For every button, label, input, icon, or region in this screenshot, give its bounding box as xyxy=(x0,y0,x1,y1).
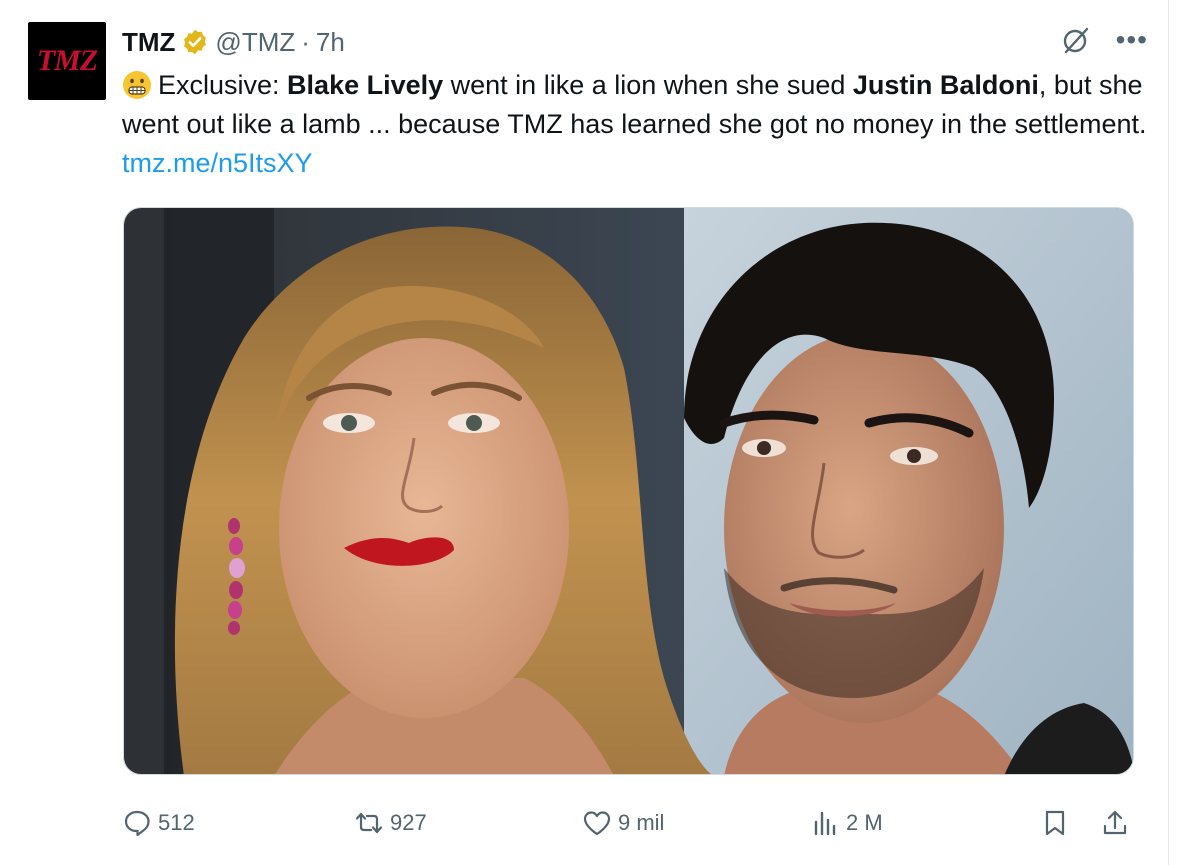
reply-icon xyxy=(124,810,150,837)
bookmark-icon xyxy=(1045,810,1065,836)
header-separator: · xyxy=(301,26,310,57)
grok-icon[interactable] xyxy=(1060,24,1092,56)
timeline-border xyxy=(1168,0,1169,865)
views-button[interactable]: 2 M xyxy=(810,800,883,846)
like-button[interactable]: 9 mil xyxy=(582,800,664,846)
repost-count: 927 xyxy=(390,810,427,835)
tweet-text-part: went in like a lion when she sued xyxy=(443,70,853,100)
grimacing-emoji xyxy=(123,71,151,99)
tweet-link[interactable]: tmz.me/n5ItsXY xyxy=(122,148,313,178)
author-name[interactable]: TMZ xyxy=(122,27,175,58)
tweet-text: Exclusive: Blake Lively went in like a l… xyxy=(122,66,1152,183)
share-button[interactable] xyxy=(1100,800,1130,846)
tweet-text-bold: Justin Baldoni xyxy=(852,70,1039,100)
avatar-logo-text: TMZ xyxy=(36,44,98,77)
verified-badge-icon xyxy=(184,29,207,55)
share-icon xyxy=(1103,810,1127,835)
author-handle[interactable]: @TMZ xyxy=(215,27,295,58)
like-count: 9 mil xyxy=(618,810,665,835)
repost-icon xyxy=(355,812,383,834)
views-count: 2 M xyxy=(846,810,883,835)
tweet-card[interactable]: TMZ TMZ @TMZ · 7h ••• Exclusive: Blake L… xyxy=(0,0,1170,865)
tweet-text-bold: Blake Lively xyxy=(287,70,444,100)
reply-button[interactable]: 512 xyxy=(122,800,195,846)
repost-button[interactable]: 927 xyxy=(354,800,427,846)
tweet-actions: 512 927 9 mil 2 M xyxy=(122,800,1142,846)
avatar[interactable]: TMZ xyxy=(28,22,106,100)
tweet-header: TMZ @TMZ · 7h xyxy=(122,22,345,62)
like-icon xyxy=(583,811,611,836)
views-icon xyxy=(814,811,836,836)
photo-content xyxy=(124,208,1133,774)
more-icon[interactable]: ••• xyxy=(1116,24,1148,56)
tweet-text-part: Exclusive: xyxy=(158,70,288,100)
tweet-timestamp[interactable]: 7h xyxy=(316,27,345,58)
bookmark-button[interactable] xyxy=(1040,800,1070,846)
tweet-photo[interactable] xyxy=(123,207,1134,775)
reply-count: 512 xyxy=(158,810,195,835)
